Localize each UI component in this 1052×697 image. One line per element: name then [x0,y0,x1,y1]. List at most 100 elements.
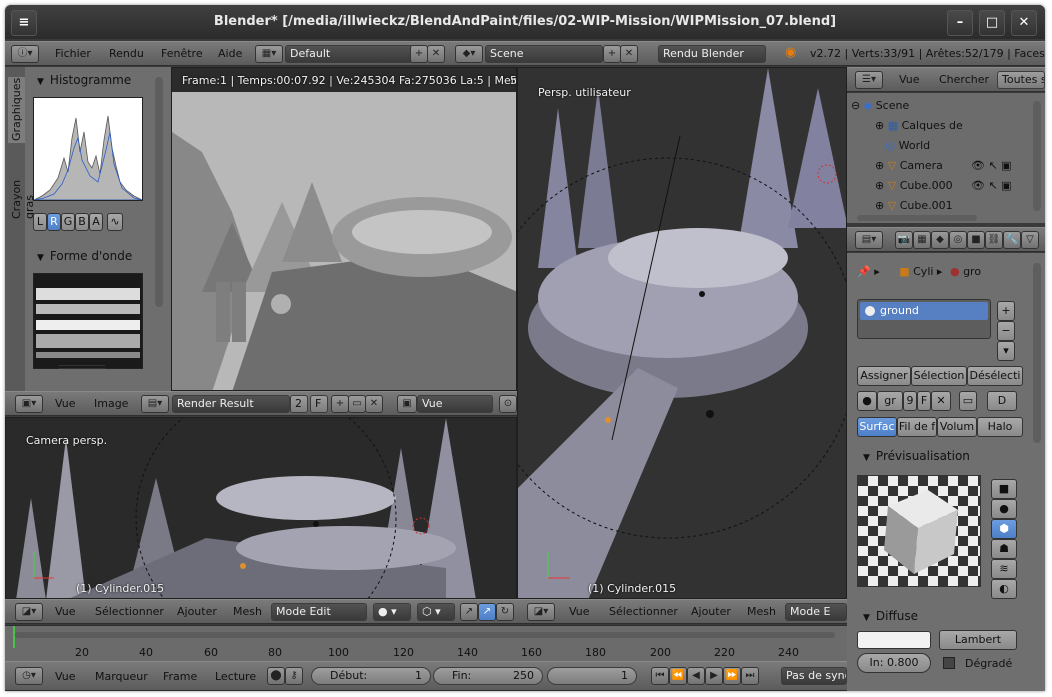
outliner-row-scene[interactable]: ⊖ ◆ Scene [851,99,1041,119]
resize-grip[interactable] [59,365,105,369]
play-icon[interactable]: ▶ [705,667,723,685]
material-slot-ground[interactable]: ground [860,302,988,320]
menu-image[interactable]: Image [94,397,128,410]
layout-selector[interactable]: Default [285,45,413,63]
waveform-header[interactable]: ▼ Forme d'onde [37,249,132,263]
material-name-field[interactable]: gr [877,391,903,411]
outliner-menu-vue[interactable]: Vue [899,73,920,86]
preview-sphere-icon[interactable]: ● [991,499,1017,519]
view-mode-icon[interactable]: ▣ [397,395,417,413]
menu-aide[interactable]: Aide [218,47,242,60]
visibility-eye-icon[interactable]: 👁 ↖ ▣ [971,179,1012,192]
render-tab-icon[interactable]: 📷 [895,231,913,249]
menu-fenetre[interactable]: Fenêtre [161,47,203,60]
outliner-row-cube000[interactable]: ⊕ ▽ Cube.000 👁 ↖ ▣ [875,179,1045,199]
ramp-checkbox[interactable] [943,657,955,669]
diffuse-color[interactable] [857,631,931,649]
tab-surface[interactable]: Surfac [857,417,897,437]
menu-ajouter[interactable]: Ajouter [177,605,217,618]
tab-halo[interactable]: Halo [977,417,1023,437]
timeline-icon[interactable]: ◷▾ [15,667,43,685]
outliner-menu-chercher[interactable]: Chercher [939,73,989,86]
timeline-menu-frame[interactable]: Frame [163,670,197,683]
current-frame-marker[interactable] [13,626,15,648]
preview-sky-icon[interactable]: ◐ [991,579,1017,599]
timeline-menu-lecture[interactable]: Lecture [215,670,256,683]
maximize-icon[interactable]: □ [979,10,1005,36]
select-button[interactable]: Sélection [911,366,967,386]
open-image-icon[interactable]: ▭ [348,395,366,413]
menu-mesh-2[interactable]: Mesh [747,605,776,618]
channel-a[interactable]: A [89,213,103,231]
outliner-filter[interactable]: Toutes s [997,71,1045,89]
rotate-icon[interactable]: ↻ [496,603,514,621]
channel-b[interactable]: B [75,213,89,231]
menu-vue-image[interactable]: Vue [55,397,76,410]
constraints-tab-icon[interactable]: ⛓ [985,231,1003,249]
remove-slot-button[interactable]: − [997,321,1015,341]
preview-cube-icon[interactable]: ⬢ [991,519,1017,539]
outliner-row-world[interactable]: ◎ World [875,139,1045,159]
jump-end-icon[interactable]: ⏭ [741,667,759,685]
tab-wire[interactable]: Fil de f [897,417,937,437]
material-users[interactable]: 9 [903,391,917,411]
assign-button[interactable]: Assigner [857,366,911,386]
menu-vue-3d[interactable]: Vue [55,605,76,618]
keying-icon[interactable]: ⚷ [285,667,303,685]
preview-header[interactable]: ▼ Prévisualisation [863,449,970,463]
slot-menu-button[interactable]: ▾ [997,341,1015,361]
channel-l[interactable]: L [33,213,47,231]
timeline-menu-vue[interactable]: Vue [55,670,76,683]
remove-scene-icon[interactable]: ✕ [620,45,638,63]
new-image-icon[interactable]: + [331,395,349,413]
translate-icon[interactable]: ↗ [478,603,496,621]
image-fake-user[interactable]: F [310,395,328,413]
start-frame-field[interactable]: Début: 1 [311,667,431,685]
menu-ajouter-2[interactable]: Ajouter [691,605,731,618]
3d-view-icon[interactable]: ◪▾ [15,603,43,621]
render-engine-selector[interactable]: Rendu Blender [658,45,766,63]
add-slot-button[interactable]: + [997,301,1015,321]
scene-selector[interactable]: Scene [485,45,603,63]
object-tab-icon[interactable]: ■ [967,231,985,249]
mode-selector-2[interactable]: Mode E [785,603,847,621]
tab-volume[interactable]: Volum [937,417,977,437]
properties-icon[interactable]: ▤▾ [855,231,883,249]
render-result-view[interactable]: Frame:1 | Temps:00:07.92 | Ve:245304 Fa:… [171,67,517,391]
preview-hair-icon[interactable]: ≋ [991,559,1017,579]
layers-tab-icon[interactable]: ▦ [913,231,931,249]
menu-fichier[interactable]: Fichier [55,47,91,60]
tool-panel-scrollbar[interactable] [155,77,163,307]
remove-layout-icon[interactable]: ✕ [427,45,445,63]
copy-material-icon[interactable]: ▭ [959,391,977,411]
layout-icon[interactable]: ▦▾ [255,45,283,63]
pin-image-icon[interactable]: ⊙ [499,395,517,413]
data-link-selector[interactable]: D [987,391,1017,411]
outliner-row-camera[interactable]: ⊕ ▽ Camera 👁 ↖ ▣ [875,159,1045,179]
pin-icon[interactable]: 📌 [857,265,871,278]
curve-log-icon[interactable]: ∿ [107,213,123,231]
view-mode-dropdown[interactable]: Vue [417,395,493,413]
preview-flat-icon[interactable]: ■ [991,479,1017,499]
outliner-scrollbar[interactable] [1033,101,1041,211]
render-slot[interactable]: 2 [290,395,308,413]
minimize-icon[interactable]: – [947,10,973,36]
play-reverse-icon[interactable]: ◀ [687,667,705,685]
diffuse-header[interactable]: ▼ Diffuse [863,609,918,623]
visibility-eye-icon[interactable]: 👁 ↖ ▣ [971,159,1012,172]
mode-selector[interactable]: Mode Edit [271,603,367,621]
next-key-icon[interactable]: ⏩ [723,667,741,685]
menu-selectionner[interactable]: Sélectionner [95,605,164,618]
world-tab-icon[interactable]: ◎ [949,231,967,249]
menu-mesh[interactable]: Mesh [233,605,262,618]
outliner-hscrollbar[interactable] [857,215,977,221]
timeline-menu-marqueur[interactable]: Marqueur [95,670,148,683]
properties-scrollbar[interactable] [1033,263,1041,443]
3d-view-icon-2[interactable]: ◪▾ [527,603,555,621]
record-icon[interactable]: ⬤ [267,667,285,685]
channel-g[interactable]: G [61,213,75,231]
manipulator-icon[interactable]: ↗ [460,603,478,621]
diffuse-shader-selector[interactable]: Lambert [939,630,1017,650]
deselect-button[interactable]: Désélecti [967,366,1023,386]
end-frame-field[interactable]: Fin: 250 [433,667,543,685]
